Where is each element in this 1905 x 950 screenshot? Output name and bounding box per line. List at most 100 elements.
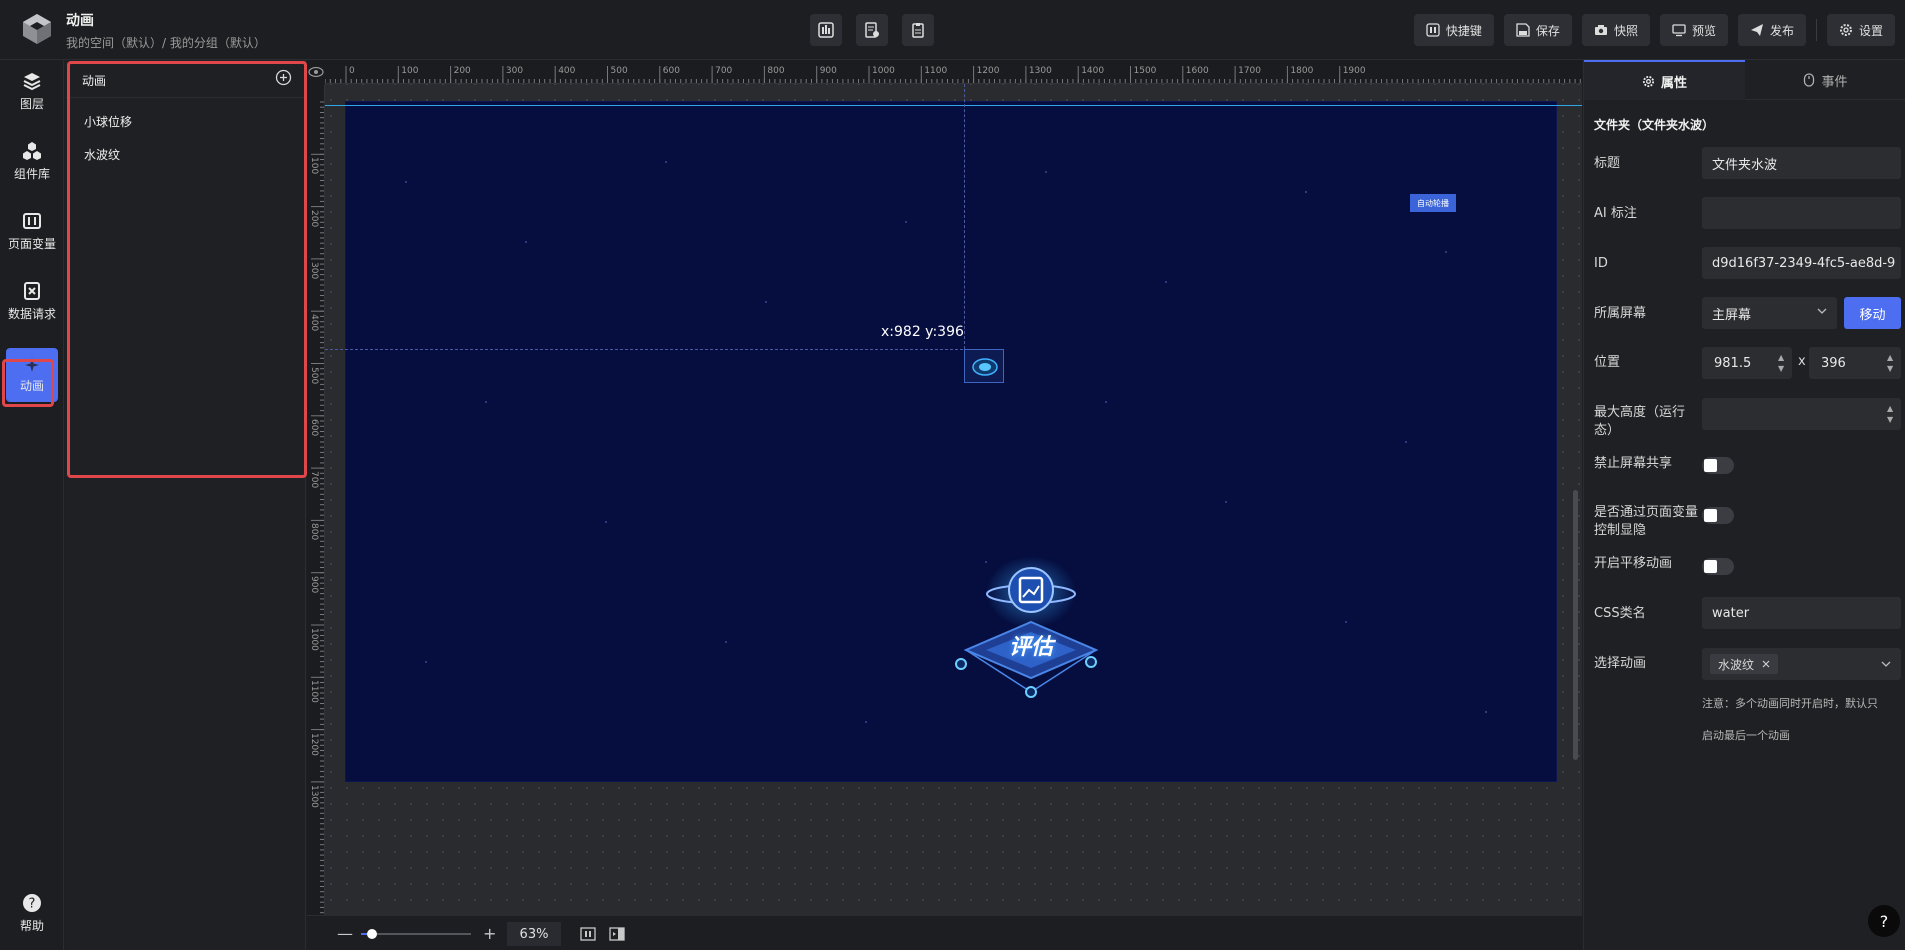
shortcuts-label: 快捷键 [1445, 23, 1482, 38]
ruler-top-label: 1700 [1238, 66, 1261, 76]
selected-ripple-element[interactable] [964, 349, 1004, 383]
design-stage[interactable]: 自动轮播 评估 [346, 102, 1556, 781]
nav-item-layers-inner: 图层 [6, 64, 58, 118]
preview-button[interactable]: 预览 [1659, 14, 1728, 46]
disable-share-toggle[interactable] [1702, 457, 1734, 474]
animation-item-ball-move[interactable]: 小球位移 [84, 113, 132, 130]
position-x-input[interactable]: 981.5 ▲ ▼ [1702, 347, 1792, 379]
toggle-panel-icon[interactable] [609, 926, 625, 942]
animation-panel-header: 动画 [66, 60, 306, 98]
nav-item-components-inner: 组件库 [6, 134, 58, 188]
crosshair-vertical [964, 84, 965, 349]
preview-label: 预览 [1691, 23, 1716, 38]
tab-properties[interactable]: 属性 [1584, 60, 1745, 100]
snapshot-button[interactable]: 快照 [1581, 14, 1650, 46]
position-y-input[interactable]: 396 ▲ ▼ [1809, 347, 1901, 379]
animation-note-line-2: 启动最后一个动画 [1702, 729, 1790, 742]
selected-animation-tag-label: 水波纹 [1718, 657, 1755, 672]
right-toolbar: 快捷键 保存 快照 预览 发布 设置 [1413, 14, 1895, 46]
properties-panel: 属性 事件 文件夹（文件夹水波） 标题 文件夹水波 AI 标注 ID d9d16… [1583, 60, 1905, 950]
tab-events[interactable]: 事件 [1745, 60, 1905, 100]
breadcrumb[interactable]: 我的空间（默认）/ 我的分组（默认） [66, 34, 266, 51]
max-height-input[interactable]: ▲ ▼ [1702, 398, 1901, 430]
variable-control-toggle[interactable] [1702, 507, 1734, 524]
ruler-top-label: 900 [819, 66, 837, 76]
canvas-vertical-scrollbar[interactable] [1573, 490, 1578, 760]
ruler-vertical[interactable]: 100 200 300 400 500 600 700 800 900 1000 1100 1200 1… [307, 84, 325, 915]
center-toolbar [810, 14, 934, 46]
settings-label: 设置 [1858, 23, 1883, 38]
zoom-slider[interactable] [361, 929, 471, 939]
ruler-horizontal[interactable]: 0 100 200 300 400 500 600 700 800 900 1000 1100 1200… [307, 60, 1582, 84]
canvas-bottom-bar: — + 63% [307, 915, 1582, 950]
nav-item-components[interactable]: 组件库 [0, 130, 64, 192]
ruler-left-label: 200 [309, 209, 319, 227]
bar-chart-icon [818, 22, 834, 38]
layers-icon [23, 72, 41, 90]
close-icon[interactable] [1762, 660, 1770, 668]
move-button[interactable]: 移动 [1844, 297, 1901, 329]
monitor-icon [1672, 24, 1686, 37]
chart-tool-button[interactable] [810, 14, 842, 46]
evaluation-graphic[interactable]: 评估 [936, 552, 1126, 712]
zoom-value[interactable]: 63% [507, 922, 561, 946]
data-request-icon [24, 281, 40, 300]
zoom-slider-knob[interactable] [367, 929, 377, 939]
canvas-area[interactable]: 自动轮播 评估 x:982 y:396 0 100 200 300 400 50… [307, 60, 1582, 915]
translate-animation-toggle[interactable] [1702, 558, 1734, 575]
nav-item-page-variables[interactable]: 页面变量 [0, 200, 64, 262]
gear-icon [1839, 24, 1852, 36]
id-input[interactable]: d9d16f37-2349-4fc5-ae8d-9 [1702, 247, 1901, 279]
ruler-top-label: 100 [401, 66, 419, 76]
nav-item-help[interactable]: ? 帮助 [0, 882, 64, 944]
screen-select-value: 主屏幕 [1712, 307, 1752, 323]
clipboard-icon [912, 23, 924, 38]
ruler-left-label: 1300 [309, 784, 319, 808]
app-logo-icon[interactable] [20, 12, 54, 46]
ruler-top-label: 700 [715, 66, 733, 76]
select-animation-dropdown[interactable]: 水波纹 [1702, 648, 1901, 680]
publish-button[interactable]: 发布 [1737, 14, 1806, 46]
translate-animation-label: 开启平移动画 [1594, 556, 1673, 571]
ruler-left-label: 700 [309, 471, 319, 489]
hexagons-icon [23, 141, 41, 160]
position-y-value: 396 [1821, 355, 1846, 371]
nav-item-data-requests[interactable]: 数据请求 [0, 270, 64, 332]
tab-events-label: 事件 [1821, 74, 1848, 90]
toggle-knob [1704, 509, 1717, 522]
nav-item-layers[interactable]: 图层 [0, 60, 64, 122]
doc-settings-tool-button[interactable] [856, 14, 888, 46]
carousel-mini-badge[interactable]: 自动轮播 [1410, 194, 1456, 212]
snapshot-label: 快照 [1613, 23, 1638, 38]
selected-animation-tag[interactable]: 水波纹 [1710, 654, 1779, 674]
animation-item-ripple[interactable]: 水波纹 [84, 146, 120, 163]
save-button[interactable]: 保存 [1503, 14, 1572, 46]
shortcuts-button[interactable]: 快捷键 [1413, 14, 1494, 46]
ruler-corner[interactable] [307, 60, 325, 84]
animation-panel: 动画 小球位移 水波纹 [66, 60, 306, 950]
zoom-in-button[interactable]: + [483, 924, 496, 943]
settings-button[interactable]: 设置 [1826, 14, 1895, 46]
ai-annotation-input[interactable] [1702, 197, 1901, 229]
max-height-label: 最大高度（运行态） [1594, 405, 1686, 438]
max-height-stepper[interactable]: ▲ ▼ [1887, 403, 1895, 425]
ruler-left-label: 1000 [309, 628, 319, 651]
title-input[interactable]: 文件夹水波 [1702, 147, 1901, 179]
svg-text:?: ? [29, 896, 36, 911]
add-circle-icon[interactable] [275, 69, 292, 86]
horizontal-guide-line[interactable] [307, 105, 1582, 106]
css-class-input[interactable]: water [1702, 597, 1901, 629]
nav-item-page-variables-inner: 页面变量 [6, 204, 58, 258]
clipboard-tool-button[interactable] [902, 14, 934, 46]
help-floating-button[interactable]: ? [1868, 905, 1900, 937]
position-y-stepper[interactable]: ▲ ▼ [1887, 352, 1895, 374]
zoom-out-button[interactable]: — [337, 924, 353, 943]
ruler-top-label: 1500 [1133, 66, 1157, 76]
nav-label-help: 帮助 [19, 918, 44, 933]
ruler-left-label: 100 [309, 157, 319, 175]
position-x-stepper[interactable]: ▲ ▼ [1778, 352, 1786, 374]
toggle-knob [1704, 560, 1717, 573]
nav-label-layers: 图层 [19, 96, 44, 111]
screen-select[interactable]: 主屏幕 [1702, 297, 1837, 329]
fit-screen-icon[interactable] [580, 926, 596, 942]
